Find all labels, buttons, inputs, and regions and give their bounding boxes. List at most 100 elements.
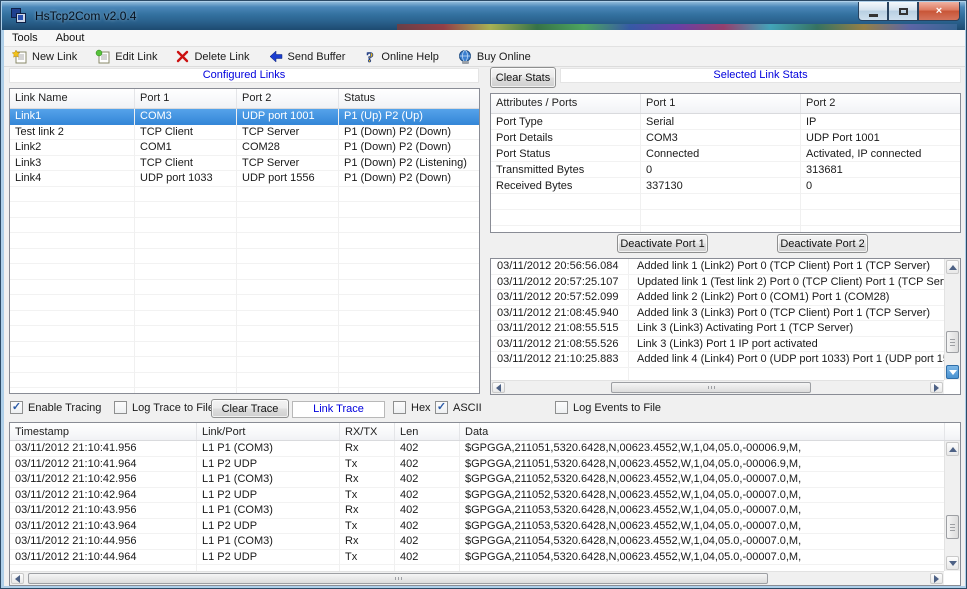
scroll-right-button[interactable] [930,382,943,393]
scroll-left-button[interactable] [492,382,505,393]
column-header[interactable]: Data [460,423,945,440]
table-row[interactable]: Port DetailsCOM3UDP Port 1001 [491,130,960,146]
column-header[interactable]: Link/Port [197,423,340,440]
table-cell: Link3 [10,157,135,169]
table-row[interactable]: 03/11/2012 21:10:42.956L1 P1 (COM3)Rx402… [10,472,944,488]
column-header[interactable]: Port 2 [237,89,339,108]
maximize-button[interactable] [888,2,918,21]
vscroll-thumb[interactable] [946,331,959,353]
event-log-vscrollbar[interactable] [944,259,960,380]
column-header[interactable]: RX/TX [340,423,395,440]
scroll-up-button[interactable] [946,260,959,274]
table-row[interactable]: Received Bytes3371300 [491,178,960,194]
deactivate-port2-button[interactable]: Deactivate Port 2 [777,234,868,253]
table-row[interactable] [10,342,479,358]
scroll-down-button[interactable] [946,556,959,570]
menu-about[interactable]: About [56,32,85,44]
table-row[interactable]: 03/11/2012 21:10:42.964L1 P2 UDPTx402$GP… [10,488,944,504]
table-row[interactable]: 03/11/2012 21:10:44.964L1 P2 UDPTx402$GP… [10,550,944,566]
column-header[interactable]: Port 1 [135,89,237,108]
ascii-checkbox[interactable]: ✓ ASCII [435,401,482,414]
minimize-button[interactable] [858,2,888,21]
column-header[interactable]: Port 1 [641,94,801,113]
new-link-button[interactable]: New Link [10,48,79,65]
table-row[interactable] [10,264,479,280]
clear-stats-button[interactable]: Clear Stats [490,67,556,88]
stats-table-header[interactable]: Attributes / PortsPort 1Port 2 [491,94,960,114]
scroll-right-button[interactable] [930,573,943,584]
close-button[interactable]: × [918,2,960,21]
scroll-up-button[interactable] [946,442,959,456]
title-bar[interactable]: HsTcp2Com v2.0.4 × [2,2,965,30]
send-buffer-button[interactable]: Send Buffer [266,48,348,65]
trace-hscrollbar[interactable] [10,571,944,585]
table-row[interactable] [491,210,960,226]
hex-checkbox[interactable]: Hex [393,401,431,414]
column-header[interactable]: Status [339,89,480,108]
table-row[interactable] [10,202,479,218]
scroll-left-button[interactable] [11,573,24,584]
table-row[interactable] [491,194,960,210]
table-row[interactable]: 03/11/2012 21:10:41.964L1 P2 UDPTx402$GP… [10,457,944,473]
column-header[interactable]: Port 2 [801,94,961,113]
clear-trace-button[interactable]: Clear Trace [211,399,289,418]
log-events-to-file-checkbox[interactable]: Log Events to File [555,401,661,414]
hscroll-thumb[interactable] [28,573,768,584]
table-row[interactable]: Link4UDP port 1033UDP port 1556P1 (Down)… [10,171,479,187]
table-row[interactable] [10,280,479,296]
table-row[interactable]: 03/11/2012 21:10:43.964L1 P2 UDPTx402$GP… [10,519,944,535]
event-log-row[interactable]: 03/11/2012 20:56:56.084Added link 1 (Lin… [491,259,944,275]
table-row[interactable]: 03/11/2012 21:10:41.956L1 P1 (COM3)Rx402… [10,441,944,457]
table-row[interactable] [10,233,479,249]
trace-table-header[interactable]: TimestampLink/PortRX/TXLenData [10,423,960,441]
table-cell: P1 (Down) P2 (Down) [339,172,480,184]
table-row[interactable]: Link2COM1COM28P1 (Down) P2 (Down) [10,140,479,156]
table-row[interactable]: Test link 2TCP ClientTCP ServerP1 (Down)… [10,125,479,141]
table-row[interactable] [10,326,479,342]
table-row[interactable] [10,373,479,389]
links-table-header[interactable]: Link NamePort 1Port 2Status [10,89,479,109]
table-row[interactable] [10,311,479,327]
table-row[interactable]: Port StatusConnectedActivated, IP connec… [491,146,960,162]
menu-tools[interactable]: Tools [12,32,38,44]
trace-vscrollbar[interactable] [944,441,960,571]
hscroll-thumb[interactable] [611,382,811,393]
table-row[interactable]: Link3TCP ClientTCP ServerP1 (Down) P2 (L… [10,156,479,172]
table-row[interactable]: Transmitted Bytes0313681 [491,162,960,178]
table-row[interactable] [10,187,479,203]
event-log-row[interactable] [491,368,944,381]
table-row[interactable]: Link1COM3UDP port 1001P1 (Up) P2 (Up) [10,109,479,125]
event-log-row[interactable]: 03/11/2012 21:08:45.940Added link 3 (Lin… [491,306,944,322]
table-row[interactable]: Port TypeSerialIP [491,114,960,130]
vscroll-thumb[interactable] [946,515,959,539]
table-row[interactable] [10,218,479,234]
edit-link-button[interactable]: Edit Link [93,48,159,65]
event-log-row[interactable]: 03/11/2012 21:08:55.515Link 3 (Link3) Ac… [491,321,944,337]
scroll-down-button[interactable] [946,365,959,379]
column-header[interactable]: Len [395,423,460,440]
table-cell: P1 (Down) P2 (Listening) [339,157,480,169]
column-header[interactable]: Link Name [10,89,135,108]
event-log-hscrollbar[interactable] [491,380,944,394]
enable-tracing-checkbox[interactable]: ✓ Enable Tracing [10,401,101,414]
event-log-row[interactable]: 03/11/2012 20:57:52.099Added link 2 (Lin… [491,290,944,306]
table-row[interactable] [10,295,479,311]
table-row[interactable] [10,249,479,265]
table-row[interactable] [491,226,960,233]
toolbar-label: Delete Link [194,51,249,63]
table-row[interactable] [10,357,479,373]
table-row[interactable] [10,388,479,394]
column-header[interactable]: Attributes / Ports [491,94,641,113]
event-log-row[interactable]: 03/11/2012 20:57:25.107Updated link 1 (T… [491,275,944,291]
table-row[interactable]: 03/11/2012 21:10:43.956L1 P1 (COM3)Rx402… [10,503,944,519]
column-header[interactable]: Timestamp [10,423,197,440]
event-log-row[interactable]: 03/11/2012 21:08:55.526Link 3 (Link3) Po… [491,337,944,353]
table-row[interactable]: 03/11/2012 21:10:44.956L1 P1 (COM3)Rx402… [10,534,944,550]
checkbox-icon [555,401,568,414]
delete-link-button[interactable]: Delete Link [173,48,251,65]
buy-online-button[interactable]: Buy Online [455,48,533,65]
online-help-button[interactable]: ? Online Help [361,48,440,65]
log-trace-to-file-checkbox[interactable]: Log Trace to File [114,401,214,414]
deactivate-port1-button[interactable]: Deactivate Port 1 [617,234,708,253]
event-log-row[interactable]: 03/11/2012 21:10:25.883Added link 4 (Lin… [491,352,944,368]
